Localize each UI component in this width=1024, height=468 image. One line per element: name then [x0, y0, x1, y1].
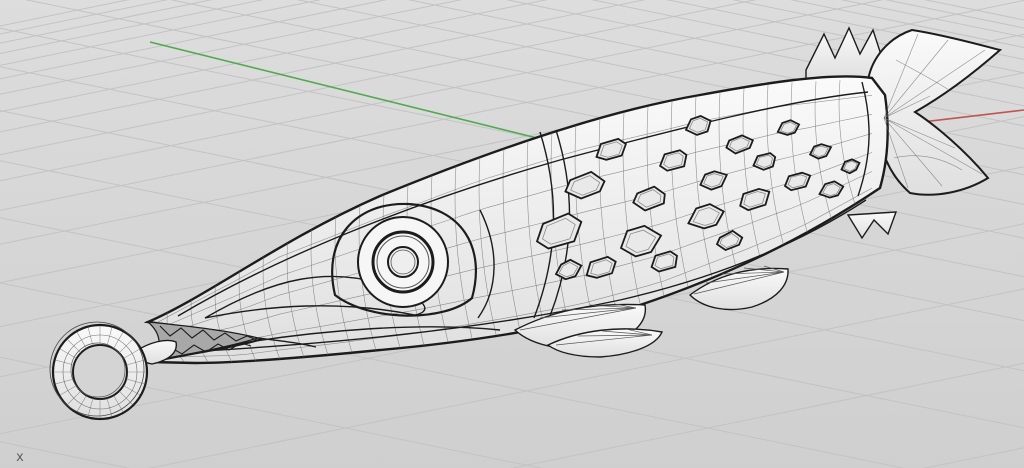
3d-viewport[interactable]: x [0, 0, 1024, 468]
viewport-canvas [0, 0, 1024, 468]
axis-gnomon-x-label: x [16, 451, 24, 464]
